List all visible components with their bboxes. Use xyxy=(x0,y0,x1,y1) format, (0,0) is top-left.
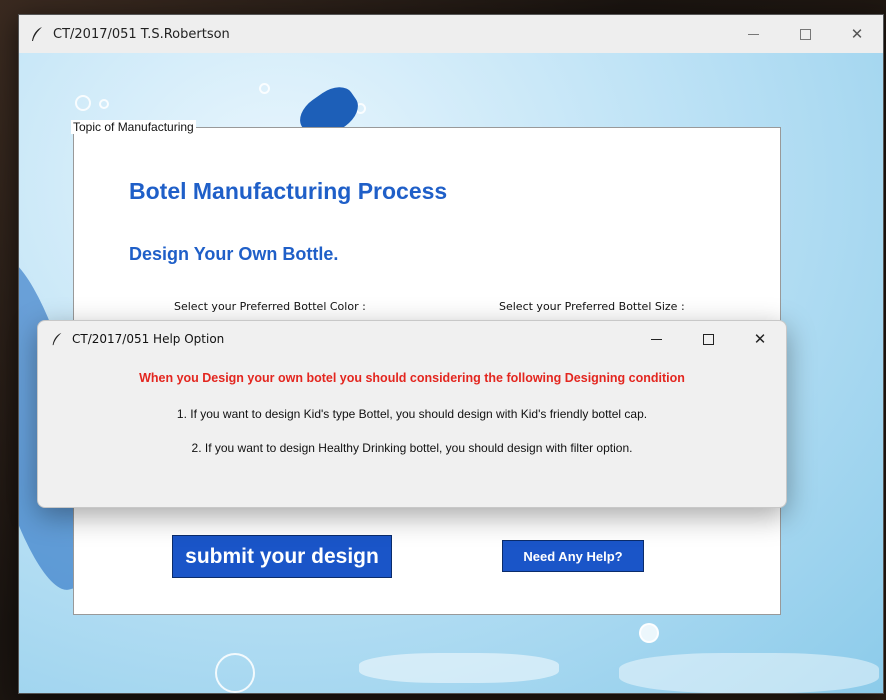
maximize-icon xyxy=(799,28,811,40)
bubble-decoration xyxy=(99,99,109,109)
dialog-title: CT/2017/051 Help Option xyxy=(72,332,225,346)
dialog-minimize-button[interactable] xyxy=(630,321,682,357)
help-dialog: CT/2017/051 Help Option ✕ When you Desig… xyxy=(37,320,787,508)
page-title: Botel Manufacturing Process xyxy=(129,178,448,204)
dialog-maximize-button[interactable] xyxy=(682,321,734,357)
dialog-condition-1: 1. If you want to design Kid's type Bott… xyxy=(176,407,648,421)
close-icon: ✕ xyxy=(753,330,767,348)
main-titlebar[interactable]: CT/2017/051 T.S.Robertson ✕ xyxy=(19,15,883,53)
water-splash xyxy=(619,653,879,693)
color-label: Select your Preferred Bottel Color : xyxy=(174,300,366,313)
frame-label: Topic of Manufacturing xyxy=(71,120,196,134)
section-title: Design Your Own Bottle. xyxy=(129,244,339,264)
bubble-decoration xyxy=(259,83,270,94)
size-label: Select your Preferred Bottel Size : xyxy=(499,300,685,313)
dialog-condition-2: 2. If you want to design Healthy Drinkin… xyxy=(191,441,633,455)
submit-design-button[interactable]: submit your design xyxy=(172,535,392,578)
minimize-icon xyxy=(747,33,759,35)
minimize-icon xyxy=(650,338,662,340)
feather-icon xyxy=(52,332,62,346)
maximize-button[interactable] xyxy=(779,15,831,53)
dialog-close-button[interactable]: ✕ xyxy=(734,321,786,357)
bubble-decoration xyxy=(215,653,255,693)
window-title: CT/2017/051 T.S.Robertson xyxy=(53,26,230,42)
minimize-button[interactable] xyxy=(727,15,779,53)
feather-icon xyxy=(32,27,42,41)
maximize-icon xyxy=(702,333,714,345)
dialog-heading: When you Design your own botel you shoul… xyxy=(139,371,685,385)
bubble-decoration xyxy=(639,623,659,643)
water-splash xyxy=(359,653,559,683)
bubble-decoration xyxy=(75,95,91,111)
close-icon: ✕ xyxy=(850,25,864,43)
need-help-button[interactable]: Need Any Help? xyxy=(502,540,644,572)
dialog-titlebar[interactable]: CT/2017/051 Help Option ✕ xyxy=(38,321,786,357)
close-button[interactable]: ✕ xyxy=(831,15,883,53)
